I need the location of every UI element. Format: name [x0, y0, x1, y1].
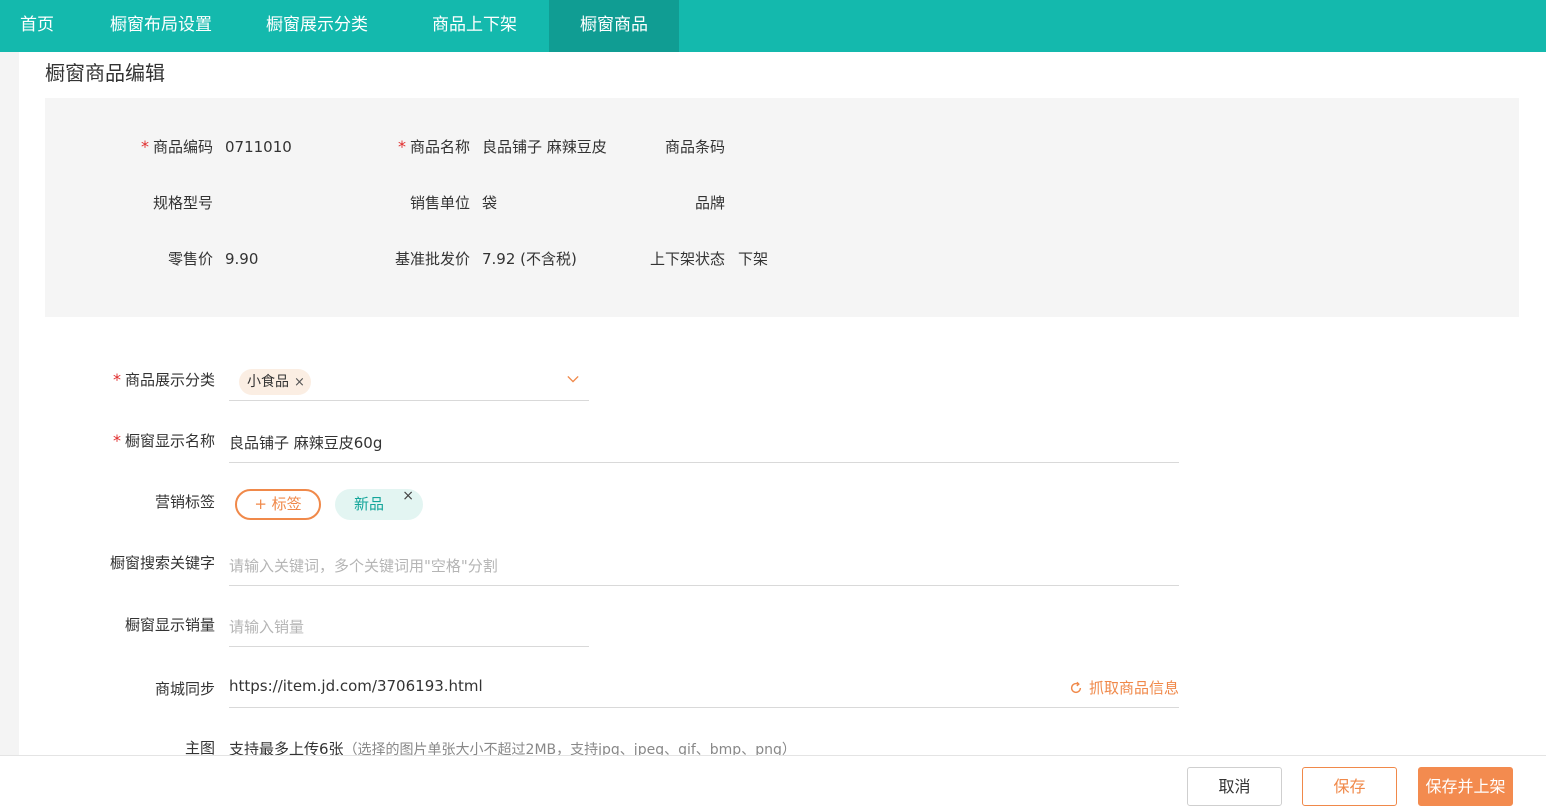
refresh-icon [1070, 681, 1082, 694]
save-and-publish-button[interactable]: 保存并上架 [1418, 767, 1513, 806]
nav-window-products[interactable]: 橱窗商品 [549, 0, 679, 52]
sales-unit-label: 销售单位 [409, 194, 470, 212]
mall-sync-label: 商城同步 [154, 680, 215, 698]
save-button[interactable]: 保存 [1302, 767, 1397, 806]
display-category-select[interactable]: 小食品 × [229, 361, 589, 401]
mall-sync-value: https://item.jd.com/3706193.html [229, 677, 483, 695]
top-nav: 首页 橱窗布局设置 橱窗展示分类 商品上下架 橱窗商品 [0, 0, 1546, 52]
sales-unit-value: 袋 [482, 194, 498, 212]
retail-price-value: 9.90 [225, 250, 259, 268]
cancel-button[interactable]: 取消 [1187, 767, 1282, 806]
search-keywords-label: 橱窗搜索关键字 [109, 554, 215, 572]
display-sales-input[interactable]: 请输入销量 [229, 607, 589, 647]
required-mark: * [140, 137, 149, 156]
product-code-label: * 商品编码 [140, 137, 213, 156]
display-name-label: * 橱窗显示名称 [112, 431, 215, 450]
product-name-value: 良品铺子 麻辣豆皮 [482, 138, 607, 156]
spec-label: 规格型号 [152, 194, 213, 212]
tag-label: 新品 [354, 495, 385, 513]
nav-layout-settings[interactable]: 橱窗布局设置 [88, 0, 234, 52]
required-mark: * [397, 137, 406, 156]
fetch-product-info-link[interactable]: 抓取商品信息 [1069, 677, 1179, 698]
tag-remove-icon[interactable]: × [402, 481, 414, 512]
retail-price-label: 零售价 [167, 250, 213, 268]
wholesale-price-value: 7.92 (不含税) [482, 250, 577, 268]
page-title: 橱窗商品编辑 [45, 61, 165, 85]
add-tag-button[interactable]: + 标签 [235, 489, 321, 520]
chevron-down-icon [567, 375, 579, 383]
display-category-label: * 商品展示分类 [112, 370, 215, 389]
required-mark: * [112, 370, 121, 389]
search-keywords-input[interactable]: 请输入关键词，多个关键词用"空格"分割 [229, 546, 1179, 586]
nav-shelf-management[interactable]: 商品上下架 [400, 0, 549, 52]
display-name-value: 良品铺子 麻辣豆皮60g [229, 434, 383, 452]
display-sales-placeholder: 请输入销量 [229, 618, 305, 636]
product-info-box: * 商品编码 0711010 * 商品名称 良品铺子 麻辣豆皮 商品条码 规格型号 … [45, 98, 1519, 317]
chip-remove-icon[interactable]: × [294, 375, 305, 390]
footer-bar: 取消 保存 保存并上架 [0, 755, 1546, 809]
info-row-3: 零售价 9.90 基准批发价 7.92 (不含税) 上下架状态 下架 [45, 247, 1519, 271]
tag-new: 新品 × [335, 488, 423, 520]
info-row-2: 规格型号 销售单位 袋 品牌 [45, 191, 1519, 215]
required-mark: * [112, 431, 121, 450]
search-keywords-placeholder: 请输入关键词，多个关键词用"空格"分割 [229, 557, 498, 575]
upload-tip: 支持最多上传6张（选择的图片单张大小不超过2MB，支持jpg、jpeg、gif、… [229, 738, 796, 755]
nav-home[interactable]: 首页 [0, 0, 88, 52]
display-name-input[interactable]: 良品铺子 麻辣豆皮60g [229, 423, 1179, 463]
nav-display-category[interactable]: 橱窗展示分类 [234, 0, 400, 52]
upload-sub-tip: （选择的图片单张大小不超过2MB，支持jpg、jpeg、gif、bmp、png） [343, 742, 796, 755]
marketing-tags-label: 营销标签 [154, 493, 215, 511]
brand-label: 品牌 [694, 194, 725, 212]
wholesale-price-label: 基准批发价 [394, 250, 470, 268]
category-chip: 小食品 × [239, 369, 311, 395]
shelf-status-value: 下架 [738, 250, 769, 268]
barcode-label: 商品条码 [664, 138, 725, 156]
display-sales-label: 橱窗显示销量 [124, 616, 215, 634]
info-row-1: * 商品编码 0711010 * 商品名称 良品铺子 麻辣豆皮 商品条码 [45, 135, 1519, 159]
shelf-status-label: 上下架状态 [649, 250, 725, 268]
main-panel: 橱窗商品编辑 * 商品编码 0711010 * 商品名称 良品铺子 麻辣豆皮 商品条… [19, 52, 1546, 755]
mall-sync-input[interactable]: https://item.jd.com/3706193.html 抓取商品信息 [229, 668, 1179, 708]
main-image-label: 主图 [184, 739, 215, 755]
product-name-label: * 商品名称 [397, 137, 470, 156]
product-code-value: 0711010 [225, 138, 292, 156]
